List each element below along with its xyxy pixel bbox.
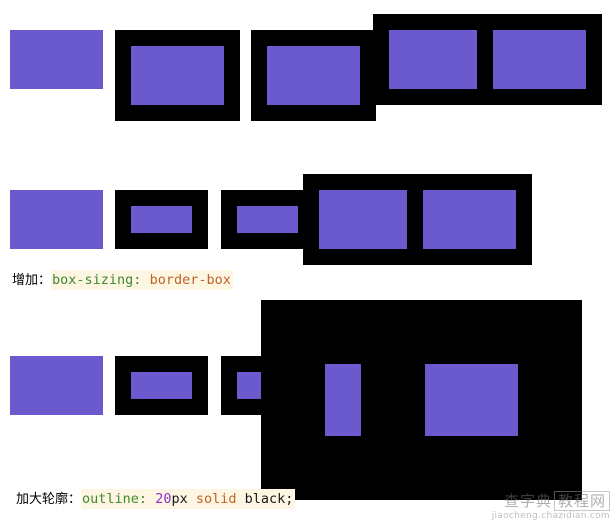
watermark-section: 教程网 (553, 491, 610, 511)
code-token: 20 (155, 491, 172, 507)
caption-code: outline: 20px solid black; (81, 489, 296, 509)
plain-box (10, 190, 103, 249)
border-box-row (0, 0, 616, 265)
bordered-padded-box (221, 356, 278, 415)
code-token: border-box (149, 272, 231, 288)
large-outline-row (0, 300, 616, 500)
plain-box (10, 356, 103, 415)
outlined-padded-box (407, 174, 532, 265)
code-token: solid (195, 491, 237, 507)
caption-code: box-sizing: border-box (51, 270, 233, 290)
outlined-padded-box (361, 300, 582, 500)
bordered-padded-box (221, 190, 314, 249)
bordered-box (115, 356, 208, 415)
watermark-main: 查字典 教程网 (464, 491, 610, 511)
code-token: outline: (82, 491, 148, 507)
code-token: px (171, 491, 188, 507)
border-box-caption: 增加：box-sizing: border-box (12, 270, 233, 291)
code-token: black; (244, 491, 294, 507)
caption-label: 加大轮廓： (16, 492, 82, 507)
watermark-brand: 查字典 (503, 492, 552, 510)
outlined-box (261, 300, 429, 500)
caption-label: 增加： (12, 273, 52, 288)
code-token: box-sizing: (52, 272, 142, 288)
watermark-url: jiaocheng.chazidian.com (491, 511, 610, 521)
site-watermark: 查字典 教程网 jiaocheng.chazidian.com (464, 491, 610, 526)
demo-stage: 增加：box-sizing: border-box 加大轮廓：outline: … (0, 0, 616, 530)
bordered-box (115, 190, 208, 249)
outline-caption: 加大轮廓：outline: 20px solid black; (16, 489, 296, 510)
outlined-box (303, 174, 428, 265)
